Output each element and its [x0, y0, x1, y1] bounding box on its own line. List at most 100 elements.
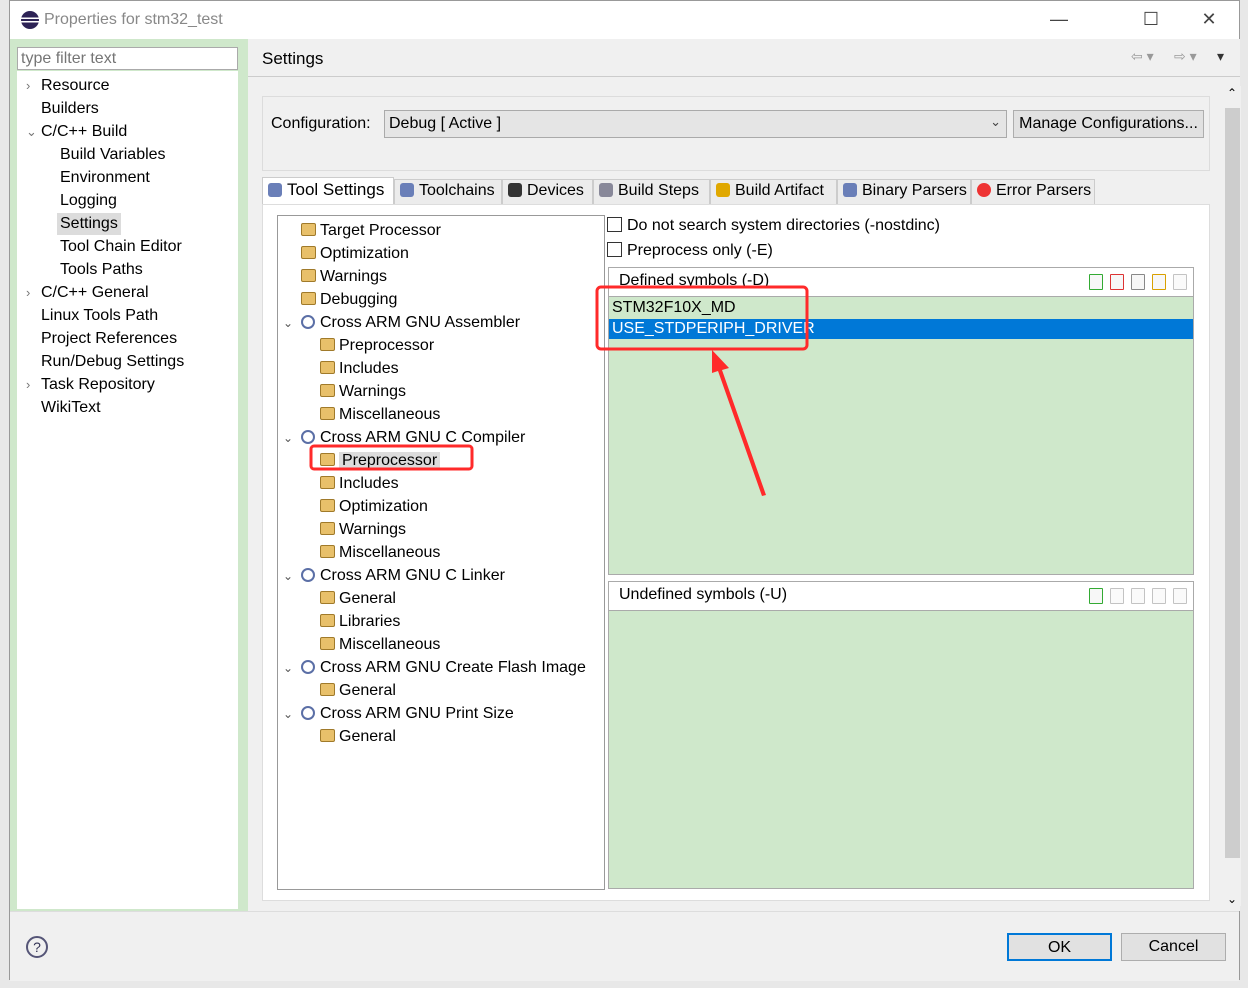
option-folder-icon [320, 338, 335, 351]
vertical-scrollbar[interactable]: ⌃ ⌄ [1224, 86, 1241, 906]
tab-binary-parsers[interactable]: Binary Parsers [837, 179, 971, 204]
tab-build-artifact[interactable]: Build Artifact [710, 179, 837, 204]
maximize-button[interactable]: ☐ [1136, 9, 1166, 30]
tool-gear-icon [301, 315, 315, 329]
chevron-right-icon[interactable]: › [26, 282, 30, 304]
tree-item[interactable]: Optimization [320, 496, 428, 518]
nostdinc-checkbox[interactable]: Do not search system directories (-nostd… [607, 216, 940, 236]
tree-item[interactable]: ⌄ Cross ARM GNU Print Size [283, 703, 514, 725]
tab-build-steps[interactable]: Build Steps [593, 179, 710, 204]
chevron-right-icon[interactable]: › [26, 374, 30, 396]
view-menu-icon[interactable]: ▾ [1217, 48, 1224, 65]
edit-icon[interactable] [1131, 588, 1145, 604]
tree-item[interactable]: ⌄ Cross ARM GNU C Linker [283, 565, 505, 587]
page-header: Settings ⇦ ▾ ⇨ ▾ ▾ [248, 39, 1240, 77]
scroll-up-icon[interactable]: ⌃ [1227, 86, 1237, 100]
configuration-select[interactable]: Debug [ Active ] ⌄ [384, 110, 1007, 138]
move-down-icon[interactable] [1173, 588, 1187, 604]
option-folder-icon [301, 292, 316, 305]
scroll-down-icon[interactable]: ⌄ [1227, 892, 1237, 906]
defined-symbols-group: Defined symbols (-D) STM32F10X_MD USE_ST… [608, 267, 1194, 575]
nav-item[interactable]: Settings [57, 213, 121, 235]
checkbox-box[interactable] [607, 217, 622, 232]
tab-devices[interactable]: Devices [502, 179, 593, 204]
tree-item[interactable]: Debugging [301, 289, 397, 311]
tree-item[interactable]: General [320, 680, 396, 702]
tree-item[interactable]: Warnings [320, 519, 406, 541]
move-up-icon[interactable] [1152, 274, 1166, 290]
chevron-right-icon[interactable]: › [26, 75, 30, 97]
chevron-down-icon[interactable]: ⌄ [283, 703, 293, 725]
nav-item[interactable]: ⌄ C/C++ Build [26, 121, 127, 143]
tree-item[interactable]: Preprocessor [320, 335, 434, 357]
tree-item[interactable]: ⌄ Cross ARM GNU Assembler [283, 312, 521, 334]
manage-configurations-button[interactable]: Manage Configurations... [1013, 110, 1204, 138]
cancel-button[interactable]: Cancel [1121, 933, 1226, 961]
nav-item[interactable]: › Task Repository [26, 374, 155, 396]
checkbox-box[interactable] [607, 242, 622, 257]
tree-item-label: Cross ARM GNU Assembler [320, 314, 521, 331]
tree-item[interactable]: Preprocessor [320, 450, 441, 472]
tab-error-parsers[interactable]: Error Parsers [971, 179, 1095, 204]
tree-item[interactable]: Includes [320, 473, 399, 495]
nav-item[interactable]: Run/Debug Settings [41, 351, 184, 373]
tree-item[interactable]: ⌄ Cross ARM GNU C Compiler [283, 427, 525, 449]
nav-item[interactable]: Linux Tools Path [41, 305, 158, 327]
tree-item-label: Optimization [339, 498, 428, 515]
tree-item[interactable]: Libraries [320, 611, 400, 633]
tab-tool-settings[interactable]: Tool Settings [262, 177, 394, 204]
tree-item[interactable]: Includes [320, 358, 399, 380]
filter-input[interactable] [17, 47, 238, 70]
tree-item[interactable]: Miscellaneous [320, 542, 440, 564]
nav-item[interactable]: Environment [60, 167, 150, 189]
tool-settings-panel: Target Processor Optimization Warnings Debu… [262, 204, 1210, 901]
preprocess-only-checkbox[interactable]: Preprocess only (-E) [607, 241, 773, 261]
tree-item-label: Includes [339, 360, 399, 377]
defined-symbols-list[interactable]: STM32F10X_MD USE_STDPERIPH_DRIVER [609, 296, 1193, 574]
tree-item[interactable]: Optimization [301, 243, 409, 265]
minimize-button[interactable]: — [1044, 9, 1074, 30]
list-item[interactable]: USE_STDPERIPH_DRIVER [609, 319, 1193, 339]
back-arrow-icon[interactable]: ⇦ ▾ [1131, 48, 1154, 65]
nav-item[interactable]: Build Variables [60, 144, 166, 166]
undefined-symbols-list[interactable] [609, 610, 1193, 888]
chevron-down-icon[interactable]: ⌄ [283, 657, 293, 679]
chevron-down-icon[interactable]: ⌄ [26, 121, 37, 143]
list-item[interactable]: STM32F10X_MD [609, 298, 1193, 318]
nav-item[interactable]: Builders [41, 98, 99, 120]
ok-button[interactable]: OK [1007, 933, 1112, 961]
nav-item[interactable]: Tool Chain Editor [60, 236, 182, 258]
move-up-icon[interactable] [1152, 588, 1166, 604]
move-down-icon[interactable] [1173, 274, 1187, 290]
tree-item[interactable]: Warnings [301, 266, 387, 288]
nav-item[interactable]: Tools Paths [60, 259, 143, 281]
tree-item[interactable]: Miscellaneous [320, 634, 440, 656]
tree-item[interactable]: ⌄ Cross ARM GNU Create Flash Image [283, 657, 586, 679]
tree-item[interactable]: General [320, 726, 396, 748]
tree-item[interactable]: General [320, 588, 396, 610]
delete-icon[interactable] [1110, 588, 1124, 604]
tab-toolchains[interactable]: Toolchains [394, 179, 502, 204]
chevron-down-icon[interactable]: ⌄ [283, 427, 293, 449]
chevron-down-icon[interactable]: ⌄ [283, 565, 293, 587]
add-icon[interactable] [1089, 274, 1103, 290]
delete-icon[interactable] [1110, 274, 1124, 290]
option-folder-icon [301, 269, 316, 282]
nav-item[interactable]: › C/C++ General [26, 282, 149, 304]
nav-item[interactable]: Project References [41, 328, 177, 350]
nav-item[interactable]: › Resource [26, 75, 109, 97]
tree-item[interactable]: Warnings [320, 381, 406, 403]
add-icon[interactable] [1089, 588, 1103, 604]
close-button[interactable]: ✕ [1194, 9, 1224, 30]
forward-arrow-icon[interactable]: ⇨ ▾ [1174, 48, 1197, 65]
scrollbar-thumb[interactable] [1225, 108, 1240, 858]
tree-item[interactable]: Miscellaneous [320, 404, 440, 426]
edit-icon[interactable] [1131, 274, 1145, 290]
tree-item-label: Preprocessor [339, 337, 435, 354]
chevron-down-icon[interactable]: ⌄ [283, 312, 293, 334]
nav-item[interactable]: Logging [60, 190, 117, 212]
nav-item[interactable]: WikiText [41, 397, 101, 419]
tree-item-label: Debugging [320, 291, 398, 308]
help-icon[interactable]: ? [26, 936, 48, 958]
tree-item[interactable]: Target Processor [301, 220, 441, 242]
